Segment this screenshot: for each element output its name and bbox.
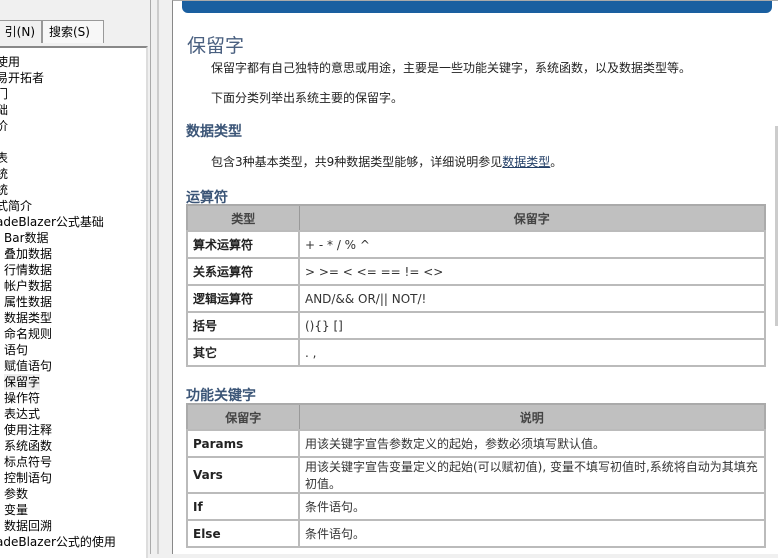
tree-item[interactable]: 系统函数	[4, 438, 52, 454]
tree-item[interactable]: 变量	[4, 502, 28, 518]
page-title: 保留字	[187, 35, 245, 57]
tree-item[interactable]: 使用注释	[4, 422, 52, 438]
tree-item[interactable]: Bar数据	[4, 230, 49, 246]
row-label: 关系运算符	[186, 257, 300, 286]
row-label: 算术运算符	[186, 230, 300, 259]
intro-text: 保留字都有自己独特的意思或用途，主要是一些功能关键字，系统函数，以及数据类型等。	[211, 61, 692, 75]
tree-item[interactable]: 数据类型	[4, 310, 52, 326]
tree-item[interactable]: 行情数据	[4, 262, 52, 278]
tree-item[interactable]: 标点符号	[4, 454, 52, 470]
tree-item[interactable]: 叠加数据	[4, 246, 52, 262]
col-header: 保留字	[298, 204, 766, 232]
row-value: AND/&& OR/|| NOT/!	[298, 284, 766, 313]
tree-item[interactable]: 保留字	[4, 374, 41, 390]
topic-tree[interactable]: 使用易开拓者门础价]表统统式简介adeBlazer公式基础Bar数据叠加数据行情…	[0, 46, 148, 558]
table-row: 算术运算符 + - * / % ^	[186, 230, 766, 259]
row-value: . ,	[298, 338, 766, 367]
row-value: 用该关键字宣告参数定义的起始，参数必须填写默认值。	[298, 429, 766, 458]
tree-item[interactable]: 门	[0, 86, 8, 102]
table-row: Else 条件语句。	[186, 519, 766, 548]
tree-item[interactable]: 命名规则	[4, 326, 52, 342]
datatype-text: 包含3种基本类型，共9种数据类型能够，详细说明参见数据类型。	[211, 153, 562, 170]
tree-item[interactable]: 统	[0, 182, 8, 198]
row-value: 条件语句。	[298, 492, 766, 521]
tab-index[interactable]: 引(N)	[0, 20, 42, 43]
tree-item[interactable]: 参数	[4, 486, 28, 502]
table-row: 逻辑运算符 AND/&& OR/|| NOT/!	[186, 284, 766, 313]
datatype-link[interactable]: 数据类型	[502, 155, 550, 169]
tree-item[interactable]: adeBlazer公式基础	[0, 214, 104, 230]
table-row: 括号(){} []	[186, 311, 766, 340]
tree-item[interactable]: 赋值语句	[4, 358, 52, 374]
row-label: Else	[186, 519, 300, 548]
pane-splitter[interactable]	[150, 0, 172, 554]
tree-item[interactable]: ]	[0, 134, 1, 150]
table-row: Params 用该关键字宣告参数定义的起始，参数必须填写默认值。	[186, 429, 766, 458]
row-label: Params	[186, 429, 300, 458]
row-value: > >= < <= == != <>	[298, 257, 766, 286]
datatype-end: 。	[550, 155, 563, 169]
row-value: 条件语句。	[298, 519, 766, 548]
tree-item[interactable]: 表达式	[4, 406, 40, 422]
table-row: 关系运算符 > >= < <= == != <>	[186, 257, 766, 286]
row-label: 逻辑运算符	[186, 284, 300, 313]
tree-item[interactable]: 属性数据	[4, 294, 52, 310]
left-pane: 引(N) 搜索(S) 使用易开拓者门础价]表统统式简介adeBlazer公式基础…	[0, 0, 160, 558]
datatype-desc: 包含3种基本类型，共9种数据类型能够，详细说明参见	[211, 155, 503, 169]
row-label: If	[186, 492, 300, 521]
tree-item[interactable]: adeBlazer公式的使用	[0, 534, 116, 550]
tree-item[interactable]: 使用	[0, 54, 20, 70]
keywords-table: 保留字 说明 Params 用该关键字宣告参数定义的起始，参数必须填写默认值。 Var…	[186, 403, 766, 548]
row-value: + - * / % ^	[298, 230, 766, 259]
tree-item[interactable]: 统	[0, 166, 8, 182]
operators-table: 类型 保留字 算术运算符 + - * / % ^ 关系运算符 > >= < <= == …	[186, 204, 766, 367]
section-keywords: 功能关键字	[186, 388, 256, 404]
tree-item[interactable]: 础	[0, 102, 8, 118]
row-label: 其它	[186, 338, 300, 367]
intro-text-2: 下面分类列举出系统主要的保留字。	[211, 91, 404, 105]
content-pane: 保留字 保留字都有自己独特的意思或用途，主要是一些功能关键字，系统函数，以及数据…	[172, 0, 778, 554]
table-row: 其它. ,	[186, 338, 766, 367]
tree-item[interactable]: 易开拓者	[0, 70, 44, 86]
tab-search[interactable]: 搜索(S)	[42, 20, 104, 43]
tree-item[interactable]: 操作符	[4, 390, 40, 406]
tree-item[interactable]: 语句	[4, 342, 28, 358]
tree-item[interactable]: 帐户数据	[4, 278, 52, 294]
col-header: 类型	[186, 204, 300, 232]
row-value: 用该关键字宣告变量定义的起始(可以赋初值), 变量不填写初值时,系统将自动为其填…	[298, 456, 766, 494]
tree-item[interactable]: 式简介	[0, 198, 32, 214]
tree-item[interactable]: 控制语句	[4, 470, 52, 486]
col-header: 说明	[298, 403, 766, 431]
tree-item[interactable]: 表	[0, 150, 8, 166]
section-datatype: 数据类型	[186, 124, 242, 140]
tree-item[interactable]: 价	[0, 118, 8, 134]
tree-item[interactable]: 数据回溯	[4, 518, 52, 534]
header-bar	[182, 1, 772, 13]
row-label: Vars	[186, 456, 300, 494]
row-label: 括号	[186, 311, 300, 340]
row-value: (){} []	[298, 311, 766, 340]
table-row: Vars 用该关键字宣告变量定义的起始(可以赋初值), 变量不填写初值时,系统将自…	[186, 456, 766, 494]
table-row: If 条件语句。	[186, 492, 766, 521]
col-header: 保留字	[186, 403, 300, 431]
